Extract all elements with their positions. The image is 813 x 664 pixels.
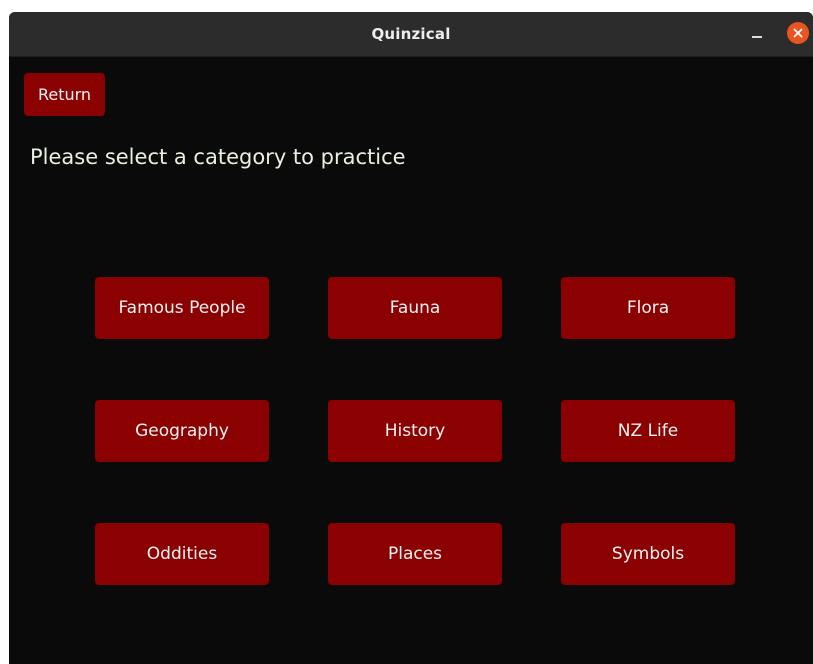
minimize-icon [752, 36, 762, 38]
category-fauna-button[interactable]: Fauna [328, 277, 502, 339]
return-button[interactable]: Return [24, 73, 105, 116]
page-prompt: Please select a category to practice [30, 145, 406, 169]
close-button[interactable] [787, 22, 809, 44]
category-flora-button[interactable]: Flora [561, 277, 735, 339]
category-famous-people-button[interactable]: Famous People [95, 277, 269, 339]
title-bar: Quinzical [9, 12, 813, 57]
window-title: Quinzical [371, 25, 451, 43]
category-history-button[interactable]: History [328, 400, 502, 462]
minimize-button[interactable] [745, 22, 769, 46]
close-icon [793, 28, 803, 38]
category-symbols-button[interactable]: Symbols [561, 523, 735, 585]
category-places-button[interactable]: Places [328, 523, 502, 585]
category-geography-button[interactable]: Geography [95, 400, 269, 462]
category-oddities-button[interactable]: Oddities [95, 523, 269, 585]
app-window: Quinzical Return Please select a categor… [9, 12, 813, 664]
category-nz-life-button[interactable]: NZ Life [561, 400, 735, 462]
